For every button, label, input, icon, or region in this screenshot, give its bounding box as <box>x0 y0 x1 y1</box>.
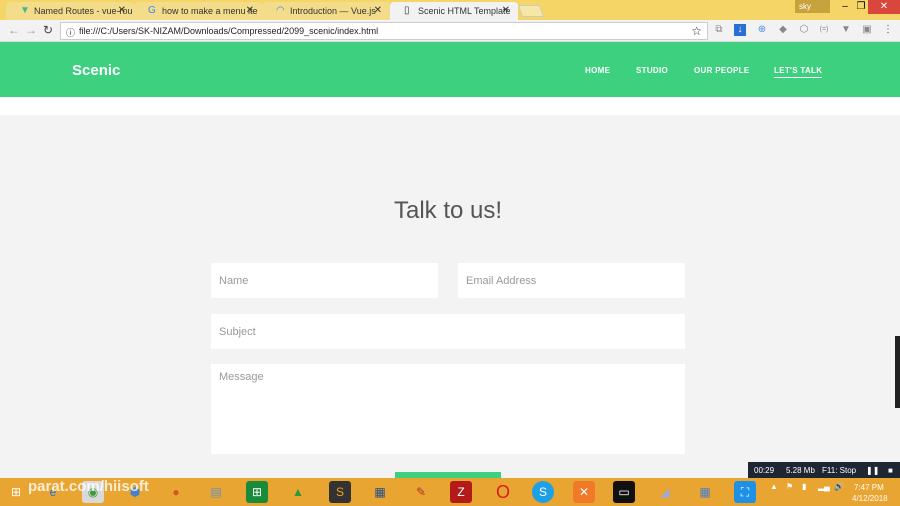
nav-our-people[interactable]: OUR PEOPLE <box>694 66 749 75</box>
recording-time: 00:29 <box>754 466 775 475</box>
google-icon: G <box>148 5 156 16</box>
tab-menu-search[interactable]: Ghow to make a menu ite ✕ <box>134 2 262 20</box>
back-button[interactable]: ← <box>8 23 20 37</box>
profile-name: sky <box>799 2 811 11</box>
filezilla-icon[interactable]: Z <box>450 481 472 503</box>
opera-icon[interactable]: O <box>492 481 514 503</box>
forward-button[interactable]: → <box>25 23 37 37</box>
extension-icon[interactable]: ⬡ <box>798 24 810 36</box>
extension-icon[interactable]: ◆ <box>777 24 789 36</box>
flag-icon[interactable]: ⚑ <box>786 482 793 491</box>
firefox-icon[interactable]: ● <box>165 481 187 503</box>
tab-vue-intro[interactable]: ◠ Introduction — Vue.js ✕ <box>262 2 390 20</box>
stop-icon[interactable]: ■ <box>888 466 893 475</box>
tab-named-routes[interactable]: ▼ Named Routes - vue-rou ✕ <box>6 2 134 20</box>
profile-button[interactable]: sky <box>795 0 830 13</box>
start-button[interactable]: ⊞ <box>5 481 27 503</box>
signal-icon[interactable]: ▂▄ <box>818 482 830 491</box>
pause-icon[interactable]: ❚❚ <box>866 466 879 475</box>
menu-icon[interactable]: ⋮ <box>882 24 894 36</box>
name-input[interactable]: Name <box>211 263 438 298</box>
message-textarea[interactable]: Message <box>211 364 685 454</box>
explorer-icon[interactable]: ▤ <box>205 481 227 503</box>
recording-size: 5.28 Mb <box>786 466 815 475</box>
vue-devtools-icon[interactable]: ▼ <box>840 24 852 36</box>
store-icon[interactable]: ⊞ <box>246 481 268 503</box>
address-bar[interactable]: ⓘ file:///C:/Users/SK-NIZAM/Downloads/Com… <box>60 22 708 40</box>
xampp-icon[interactable]: ✕ <box>573 481 595 503</box>
email-input[interactable]: Email Address <box>458 263 685 298</box>
volume-icon[interactable]: 🔊 <box>834 482 844 491</box>
extension-icon[interactable]: ⧉ <box>713 24 725 36</box>
bookmark-star-icon[interactable]: ☆ <box>691 24 702 38</box>
site-logo[interactable]: Scenic <box>72 62 120 79</box>
image-app-icon[interactable]: ▲ <box>287 481 309 503</box>
tab-bar: ▼ Named Routes - vue-rou ✕ Ghow to make a … <box>0 0 900 20</box>
tab-title: how to make a menu ite <box>162 6 258 16</box>
new-tab-button[interactable] <box>517 5 545 17</box>
screen-capture-icon[interactable]: ⛶ <box>734 481 756 503</box>
subject-input[interactable]: Subject <box>211 314 685 349</box>
close-icon[interactable]: ✕ <box>502 5 510 16</box>
site-header: Scenic HOME STUDIO OUR PEOPLE LET'S TALK <box>0 42 900 97</box>
sublime-icon[interactable]: S <box>329 481 351 503</box>
clock-time[interactable]: 7:47 PM <box>854 483 884 492</box>
battery-icon[interactable]: ▮ <box>802 482 806 491</box>
extension-icon[interactable]: ▣ <box>861 24 873 36</box>
nav-home[interactable]: HOME <box>585 66 610 75</box>
skype-icon[interactable]: S <box>532 481 554 503</box>
page-icon: ▯ <box>404 5 410 16</box>
nav-lets-talk[interactable]: LET'S TALK <box>774 66 823 78</box>
network-icon[interactable]: ▦ <box>369 481 391 503</box>
scrollbar[interactable] <box>895 336 900 408</box>
info-icon: ⓘ <box>66 28 76 38</box>
tab-title: Introduction — Vue.js <box>290 6 376 16</box>
browser-toolbar: ← → ↻ ⓘ file:///C:/Users/SK-NIZAM/Downloa… <box>0 20 900 42</box>
close-icon[interactable]: ✕ <box>118 5 126 16</box>
clock-date[interactable]: 4/12/2018 <box>852 494 888 503</box>
cmd-icon[interactable]: ▭ <box>613 481 635 503</box>
page-title: Talk to us! <box>393 197 503 224</box>
vue-icon: ▼ <box>20 5 30 16</box>
watermark: parat.com/hiisoft <box>28 478 149 495</box>
reload-button[interactable]: ↻ <box>43 23 53 37</box>
close-icon[interactable]: ✕ <box>246 5 254 16</box>
close-window-button[interactable]: ✕ <box>868 0 900 14</box>
download-extension-icon[interactable]: ↓ <box>734 24 746 36</box>
url-text: file:///C:/Users/SK-NIZAM/Downloads/Comp… <box>79 26 379 36</box>
tab-scenic[interactable]: ▯ Scenic HTML Template ✕ <box>390 2 518 20</box>
loading-icon: ◠ <box>276 5 285 16</box>
recorder-bar: 00:29 5.28 Mb F11: Stop ❚❚ ■ <box>748 462 900 479</box>
spacer <box>0 97 900 115</box>
remote-icon[interactable]: ▦ <box>694 481 716 503</box>
show-hidden-icons[interactable]: ▲ <box>770 482 778 491</box>
stop-button[interactable]: F11: Stop <box>822 466 856 475</box>
tab-title: Scenic HTML Template <box>418 6 511 16</box>
download-circle-icon[interactable]: ⊕ <box>756 24 768 36</box>
paint-icon[interactable]: ✎ <box>410 481 432 503</box>
notepad-icon[interactable]: ◢ <box>654 481 676 503</box>
close-icon[interactable]: ✕ <box>374 5 382 16</box>
nav-studio[interactable]: STUDIO <box>636 66 668 75</box>
extension-icon[interactable]: (=) <box>818 24 830 36</box>
